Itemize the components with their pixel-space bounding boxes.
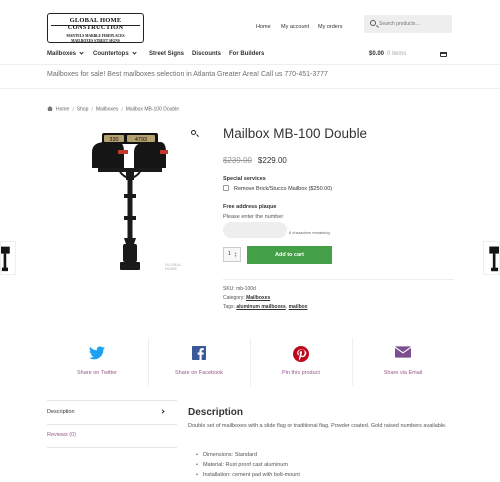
nav-my-orders-link[interactable]: My orders	[318, 24, 342, 30]
plaque-label: Free address plaque	[223, 204, 277, 210]
tab-description[interactable]: Description	[47, 401, 177, 423]
share-twitter[interactable]: Share on Twitter	[47, 346, 147, 376]
breadcrumb-mailboxes[interactable]: Mailboxes	[96, 107, 119, 113]
logo-title: GLOBAL HOME CONSTRUCTION	[67, 17, 124, 31]
search-form	[364, 15, 452, 33]
summary-divider	[223, 279, 454, 280]
share-pinterest-label: Pin this product	[282, 370, 320, 376]
menu-item-discounts[interactable]: Discounts	[192, 51, 221, 57]
share-twitter-label: Share on Twitter	[77, 370, 117, 376]
quantity-stepper[interactable]: 1 ▲ ▼	[223, 247, 241, 262]
zoom-icon	[191, 130, 196, 135]
share-facebook[interactable]: Share on Facebook	[149, 346, 249, 376]
tab-description-label: Description	[47, 409, 75, 415]
service-option-label: Remove Brick/Stucco Mailbox ($250.00)	[234, 186, 333, 192]
menu-item-label: Mailboxes	[47, 51, 77, 57]
logo-divider	[51, 25, 140, 26]
cart-icon[interactable]	[440, 52, 447, 57]
nav-my-account-link[interactable]: My account	[281, 24, 309, 30]
description-heading: Description	[188, 407, 244, 418]
description-text: Double set of mailboxes with a slide fla…	[188, 423, 447, 429]
product-category: Category: Mailboxes	[223, 295, 270, 301]
site-logo[interactable]: GLOBAL HOME CONSTRUCTION MANTELS MARBLE …	[47, 13, 144, 43]
sku-label: SKU:	[223, 286, 235, 292]
product-image[interactable]: 330 4793	[84, 124, 206, 276]
service-option[interactable]: Remove Brick/Stucco Mailbox ($250.00)	[223, 185, 332, 192]
characters-remaining: 6 characters remaining	[289, 230, 330, 235]
cart-count: 0 items	[387, 51, 407, 57]
previous-product-thumbnail[interactable]	[0, 241, 16, 275]
menu-item-mailboxes[interactable]: Mailboxes	[47, 50, 84, 57]
logo-tagline-2: MAILBOXES STREET SIGNS	[71, 39, 120, 43]
share-email-label: Share via Email	[383, 370, 423, 376]
cart-amount: $0.00	[369, 51, 385, 57]
tab-divider	[47, 447, 177, 448]
quantity-value: 1	[228, 251, 232, 257]
feature-item: Dimensions: Standard	[196, 450, 300, 460]
product-tags: Tags: aluminum mailboxes, mailbox	[223, 304, 308, 310]
breadcrumb-separator: /	[91, 106, 93, 113]
product-sku: SKU: mb-100d	[223, 286, 256, 292]
menu-item-street-signs[interactable]: Street Signs	[149, 51, 184, 57]
breadcrumb-separator: /	[121, 106, 123, 113]
sku-value: mb-100d	[236, 286, 256, 292]
promo-divider	[0, 88, 500, 89]
tag-link[interactable]: aluminum mailboxes	[236, 304, 285, 310]
breadcrumb-current: Mailbox MB-100 Double	[125, 106, 180, 113]
breadcrumb: Home / Shop / Mailboxes / Mailbox MB-100 Doubl…	[47, 106, 179, 113]
pinterest-icon	[293, 346, 309, 362]
breadcrumb-home[interactable]: Home	[56, 107, 69, 113]
plaque-hint: Please enter the number	[223, 214, 284, 220]
feature-item: Installation: cement pad with bolt-mount	[196, 470, 300, 480]
promo-banner: Mailboxes for sale! Best mailboxes selec…	[47, 71, 328, 78]
image-watermark: GLOBAL HOME	[165, 263, 182, 271]
search-icon[interactable]	[370, 20, 376, 26]
regular-price: $239.00	[223, 156, 252, 165]
search-input[interactable]	[379, 19, 447, 29]
chevron-down-icon	[132, 50, 137, 55]
menu-item-for-builders[interactable]: For Builders	[229, 51, 264, 57]
tab-reviews-label: Reviews (0)	[47, 432, 77, 438]
header-divider	[0, 64, 500, 65]
product-price: $239.00 $229.00	[223, 156, 287, 165]
add-to-cart-button[interactable]: Add to cart	[247, 246, 332, 264]
twitter-icon	[89, 346, 105, 360]
email-icon	[394, 346, 412, 358]
cart-summary[interactable]: $0.00 0 items	[369, 51, 406, 57]
share-email[interactable]: Share via Email	[353, 346, 453, 376]
feature-list: Dimensions: Standard Material: Rust proo…	[196, 450, 300, 480]
chevron-right-icon	[160, 409, 165, 414]
watermark-line: HOME	[165, 266, 177, 271]
menu-item-countertops[interactable]: Countertops	[93, 50, 137, 57]
plaque-number: 4793	[135, 137, 147, 143]
stepper-arrows-icon[interactable]: ▲ ▼	[234, 252, 237, 258]
next-product-thumbnail[interactable]	[483, 241, 500, 275]
home-icon	[47, 106, 53, 111]
chevron-down-icon	[79, 50, 84, 55]
feature-item: Material: Rust proof cast aluminum	[196, 460, 300, 470]
zoom-button[interactable]	[189, 129, 199, 139]
nav-home-link[interactable]: Home	[256, 24, 271, 30]
tag-link[interactable]: mailbox	[289, 304, 308, 310]
facebook-icon	[192, 346, 206, 360]
breadcrumb-separator: /	[72, 106, 74, 113]
share-pinterest[interactable]: Pin this product	[251, 346, 351, 376]
service-checkbox[interactable]	[223, 185, 229, 191]
product-title: Mailbox MB-100 Double	[223, 126, 368, 141]
share-facebook-label: Share on Facebook	[174, 370, 223, 376]
sale-price: $229.00	[257, 156, 287, 165]
tab-reviews[interactable]: Reviews (0)	[47, 424, 177, 446]
tags-label: Tags:	[223, 304, 235, 310]
category-label: Category:	[223, 295, 245, 301]
breadcrumb-shop[interactable]: Shop	[77, 107, 89, 113]
menu-item-label: Countertops	[93, 51, 129, 57]
special-services-label: Special services	[223, 176, 266, 182]
plaque-number-input[interactable]	[223, 222, 287, 238]
category-link[interactable]: Mailboxes	[246, 295, 270, 301]
